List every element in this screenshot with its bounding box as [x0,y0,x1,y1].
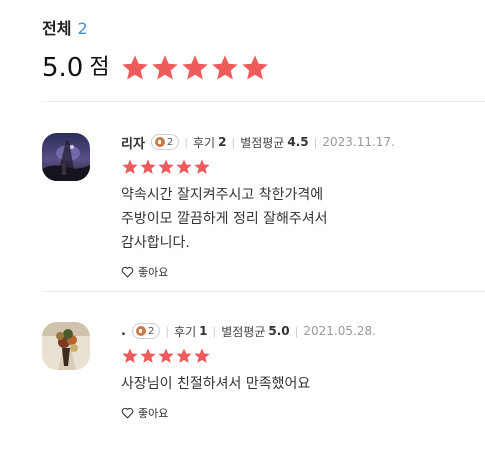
avg-rating-label: 별점평균 [221,324,266,339]
avg-rating-label: 별점평균 [240,135,285,150]
star-icon [140,348,156,363]
like-label: 좋아요 [138,407,169,420]
separator: | [294,324,299,338]
review-stars [121,158,481,176]
average-score: 5.0 [42,53,84,83]
star-icon [176,159,192,174]
review-item: . 2 | 후기 1 | 별점평균 5.0 | 2021.05.28. 사장님이 친… [42,322,485,432]
separator: | [313,135,318,149]
badge-count: 2 [147,325,155,337]
review-content: . 2 | 후기 1 | 별점평균 5.0 | 2021.05.28. 사장님이 친… [121,322,481,421]
star-icon [122,348,138,363]
star-icon [158,348,174,363]
review-meta: 리자 2 | 후기 2 | 별점평균 4.5 | 2023.11.17. [121,133,481,152]
divider [42,101,485,102]
star-icon [241,55,268,80]
review-text: 사장님이 친절하셔서 만족했어요 [121,376,311,392]
review-content: 리자 2 | 후기 2 | 별점평균 4.5 | 2023.11.17. 약속시간 … [121,133,481,280]
star-icon [194,159,210,174]
review-item: 리자 2 | 후기 2 | 별점평균 4.5 | 2023.11.17. 약속시간 … [42,133,485,279]
total-reviews: 전체 2 [42,18,270,40]
grade-badge: 2 [131,323,161,339]
average-stars [120,53,270,83]
separator: | [184,135,189,149]
reviewer-avatar[interactable] [42,322,90,370]
rating-summary: 전체 2 5.0 점 [42,18,270,86]
grade-badge: 2 [150,134,180,150]
like-button[interactable]: 좋아요 [121,264,481,280]
review-text: 약속시간 잘지켜주시고 착한가격에 주방이모 깔끔하게 정리 잘해주셔서 감사합… [121,187,328,251]
separator: | [165,324,170,338]
reviewer-name[interactable]: 리자 [121,133,145,152]
review-count: 2 [218,135,227,149]
total-label: 전체 [42,19,72,38]
star-icon [194,348,210,363]
review-meta: . 2 | 후기 1 | 별점평균 5.0 | 2021.05.28. [121,322,481,340]
badge-count: 2 [166,136,174,148]
star-icon [151,55,178,80]
reviewer-avatar[interactable] [42,133,90,181]
like-label: 좋아요 [138,266,169,279]
separator: | [231,135,236,149]
like-button[interactable]: 좋아요 [121,405,481,421]
average-rating: 5.0 점 [42,50,270,86]
total-count: 2 [77,19,88,38]
star-icon [121,55,148,80]
reviewer-name[interactable]: . [121,324,126,339]
review-count: 1 [199,324,208,338]
review-count-label: 후기 [193,135,216,150]
review-date: 2021.05.28. [303,324,376,338]
flower-bouquet-avatar-icon [42,322,90,370]
night-photo-avatar-icon [42,133,90,181]
star-icon [176,348,192,363]
star-icon [122,159,138,174]
heart-outline-icon [121,407,134,419]
avg-rating-value: 5.0 [268,324,290,338]
star-icon [181,55,208,80]
grade-badge-icon [135,326,146,336]
review-count-label: 후기 [174,324,197,339]
review-date: 2023.11.17. [322,135,395,149]
score-unit: 점 [89,55,110,80]
heart-outline-icon [121,266,134,278]
review-stars [121,347,481,365]
grade-badge-icon [154,137,165,147]
divider [42,291,485,292]
avg-rating-value: 4.5 [287,135,309,149]
star-icon [158,159,174,174]
star-icon [211,55,238,80]
star-icon [140,159,156,174]
separator: | [212,324,217,338]
